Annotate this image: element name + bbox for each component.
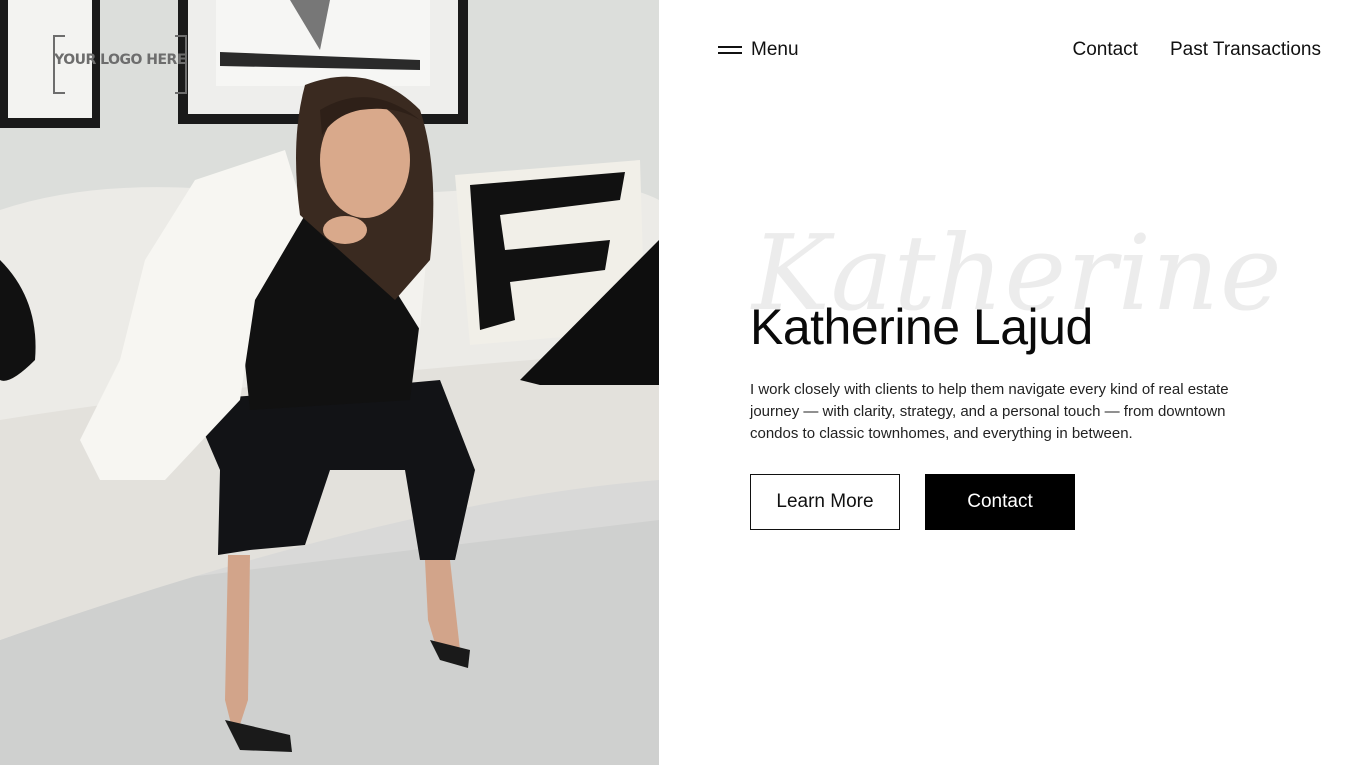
nav-link-contact[interactable]: Contact	[1072, 37, 1137, 63]
contact-button[interactable]: Contact	[925, 474, 1075, 530]
site-logo[interactable]: YOUR LOGO HERE	[53, 35, 187, 94]
hero-photo: YOUR LOGO HERE	[0, 0, 659, 765]
hamburger-icon	[718, 45, 742, 55]
learn-more-button[interactable]: Learn More	[750, 474, 900, 530]
top-nav: Contact Past Transactions	[1072, 37, 1321, 63]
portrait-illustration	[0, 0, 659, 765]
hero-description: I work closely with clients to help them…	[750, 381, 1229, 442]
menu-button[interactable]: Menu	[718, 37, 799, 63]
nav-link-past-transactions[interactable]: Past Transactions	[1170, 37, 1321, 63]
hero-title: Katherine Lajud	[750, 299, 1093, 355]
logo-bracket-right	[175, 35, 187, 94]
menu-label: Menu	[751, 39, 799, 60]
logo-text: YOUR LOGO HERE	[54, 52, 186, 68]
